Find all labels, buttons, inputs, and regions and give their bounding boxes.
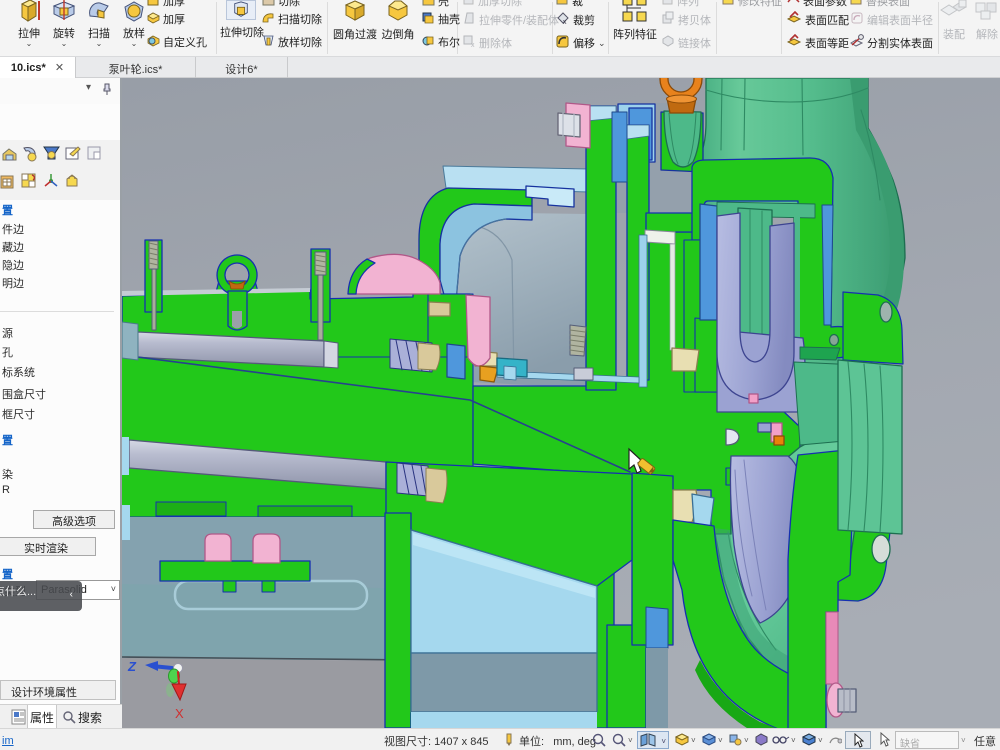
svg-text:Z: Z bbox=[127, 659, 137, 674]
svg-text:x: x bbox=[563, 19, 567, 25]
svg-text:X: X bbox=[175, 706, 184, 721]
svg-text:x: x bbox=[471, 42, 475, 48]
